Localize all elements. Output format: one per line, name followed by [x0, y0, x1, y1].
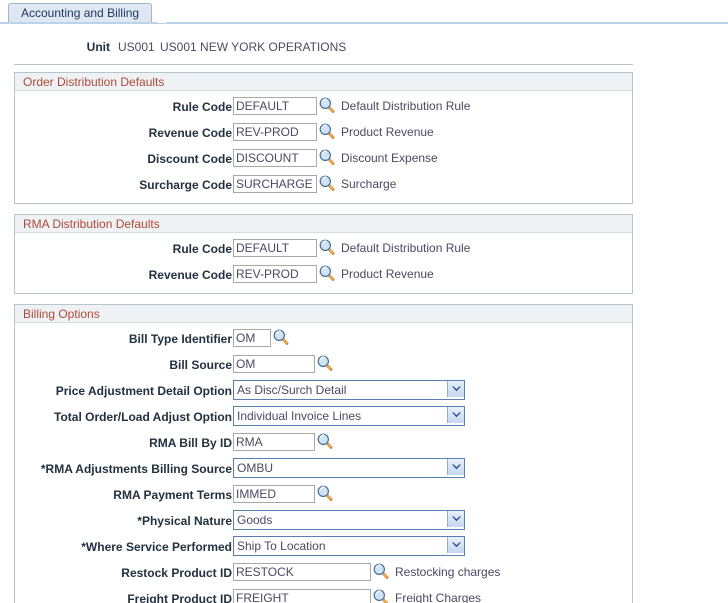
field-description: Restocking charges: [395, 565, 501, 579]
field-row: RMA Bill By ID: [15, 431, 632, 457]
label-total-order-load-adjust-option: Total Order/Load Adjust Option: [54, 410, 232, 424]
unit-description: US001 NEW YORK OPERATIONS: [160, 40, 347, 54]
field-description: Freight Charges: [395, 591, 482, 603]
label-rma-payment-terms: RMA Payment Terms: [113, 488, 232, 502]
input-revenue-code[interactable]: [233, 265, 317, 283]
label-revenue-code: Revenue Code: [148, 126, 232, 140]
label-freight-product-id: Freight Product ID: [127, 592, 232, 603]
field-description: Discount Expense: [341, 151, 438, 165]
lookup-magnifier-icon[interactable]: [319, 97, 335, 113]
label-physical-nature: *Physical Nature: [137, 514, 232, 528]
field-row: Rule Code Default Distribution Rule: [15, 237, 632, 263]
field-row: Revenue Code Product Revenue: [15, 263, 632, 289]
lookup-magnifier-icon[interactable]: [273, 329, 289, 345]
field-description: Product Revenue: [341, 125, 434, 139]
input-revenue-code[interactable]: [233, 123, 317, 141]
section-billing-options: Billing OptionsBill Type IdentifierBill …: [14, 304, 633, 603]
field-row: Price Adjustment Detail Option As Disc/Su…: [15, 379, 632, 405]
field-description: Default Distribution Rule: [341, 241, 471, 255]
unit-label: Unit: [86, 40, 110, 54]
section-body: Rule Code Default Distribution Rule Revenu…: [15, 233, 632, 293]
label-rule-code: Rule Code: [172, 242, 232, 256]
label-restock-product-id: Restock Product ID: [121, 566, 232, 580]
field-row: *Where Service Performed Ship To Location: [15, 535, 632, 561]
field-description: Default Distribution Rule: [341, 99, 471, 113]
lookup-magnifier-icon[interactable]: [319, 149, 335, 165]
select-wrapper: Individual Invoice Lines: [233, 406, 465, 426]
section-body: Bill Type Identifier Bill Source Price Adj…: [15, 323, 632, 603]
field-row: Bill Source: [15, 353, 632, 379]
unit-value: US001: [118, 40, 155, 54]
field-row: Bill Type Identifier: [15, 327, 632, 353]
label-discount-code: Discount Code: [147, 152, 232, 166]
field-row: RMA Payment Terms: [15, 483, 632, 509]
field-row: Total Order/Load Adjust Option Individual…: [15, 405, 632, 431]
input-bill-source[interactable]: [233, 355, 315, 373]
header-divider: [14, 64, 633, 65]
select-rma-adjustments-billing-source[interactable]: OMBU: [233, 458, 465, 478]
field-row: Rule Code Default Distribution Rule: [15, 95, 632, 121]
select-wrapper: Ship To Location: [233, 536, 465, 556]
lookup-magnifier-icon[interactable]: [317, 355, 333, 371]
input-rule-code[interactable]: [233, 239, 317, 257]
section-title: Order Distribution Defaults: [15, 73, 632, 91]
field-row: Restock Product ID Restocking charges: [15, 561, 632, 587]
input-restock-product-id[interactable]: [233, 563, 371, 581]
select-price-adjustment-detail-option[interactable]: As Disc/Surch Detail: [233, 380, 465, 400]
tab-strip: Accounting and Billing: [0, 0, 728, 24]
input-bill-type-identifier[interactable]: [233, 329, 271, 347]
tab-strip-gap: [158, 3, 166, 23]
label-rma-bill-by-id: RMA Bill By ID: [149, 436, 232, 450]
field-row: *Physical Nature Goods: [15, 509, 632, 535]
lookup-magnifier-icon[interactable]: [373, 589, 389, 603]
label-rule-code: Rule Code: [172, 100, 232, 114]
lookup-magnifier-icon[interactable]: [319, 239, 335, 255]
label-price-adjustment-detail-option: Price Adjustment Detail Option: [55, 384, 232, 398]
section-order-distribution-defaults: Order Distribution Defaults Rule Code Defa…: [14, 72, 633, 204]
section-rma-distribution-defaults: RMA Distribution Defaults Rule Code Defaul…: [14, 214, 633, 294]
input-discount-code[interactable]: [233, 149, 317, 167]
input-rma-payment-terms[interactable]: [233, 485, 315, 503]
select-wrapper: OMBU: [233, 458, 465, 478]
lookup-magnifier-icon[interactable]: [317, 433, 333, 449]
input-freight-product-id[interactable]: [233, 589, 371, 603]
lookup-magnifier-icon[interactable]: [319, 265, 335, 281]
section-title: RMA Distribution Defaults: [15, 215, 632, 233]
lookup-magnifier-icon[interactable]: [319, 123, 335, 139]
select-where-service-performed[interactable]: Ship To Location: [233, 536, 465, 556]
field-row: *RMA Adjustments Billing Source OMBU: [15, 457, 632, 483]
label-surcharge-code: Surcharge Code: [139, 178, 232, 192]
lookup-magnifier-icon[interactable]: [317, 485, 333, 501]
label-where-service-performed: *Where Service Performed: [81, 540, 232, 554]
label-rma-adjustments-billing-source: *RMA Adjustments Billing Source: [40, 462, 232, 476]
label-bill-source: Bill Source: [169, 358, 232, 372]
field-row: Surcharge Code Surcharge: [15, 173, 632, 199]
field-row: Revenue Code Product Revenue: [15, 121, 632, 147]
input-surcharge-code[interactable]: [233, 175, 317, 193]
section-body: Rule Code Default Distribution Rule Revenu…: [15, 91, 632, 203]
select-wrapper: As Disc/Surch Detail: [233, 380, 465, 400]
field-description: Product Revenue: [341, 267, 434, 281]
accounting-and-billing-page: Accounting and Billing Unit US001 US001 …: [0, 0, 728, 603]
unit-header: Unit US001 US001 NEW YORK OPERATIONS: [0, 40, 728, 60]
select-wrapper: Goods: [233, 510, 465, 530]
label-bill-type-identifier: Bill Type Identifier: [128, 332, 232, 346]
field-row: Freight Product ID Freight Charges: [15, 587, 632, 603]
input-rma-bill-by-id[interactable]: [233, 433, 315, 451]
lookup-magnifier-icon[interactable]: [319, 175, 335, 191]
section-title: Billing Options: [15, 305, 632, 323]
field-row: Discount Code Discount Expense: [15, 147, 632, 173]
tab-accounting-and-billing[interactable]: Accounting and Billing: [8, 3, 153, 22]
field-description: Surcharge: [341, 177, 397, 191]
label-revenue-code: Revenue Code: [148, 268, 232, 282]
select-total-order-load-adjust-option[interactable]: Individual Invoice Lines: [233, 406, 465, 426]
select-physical-nature[interactable]: Goods: [233, 510, 465, 530]
lookup-magnifier-icon[interactable]: [373, 563, 389, 579]
input-rule-code[interactable]: [233, 97, 317, 115]
